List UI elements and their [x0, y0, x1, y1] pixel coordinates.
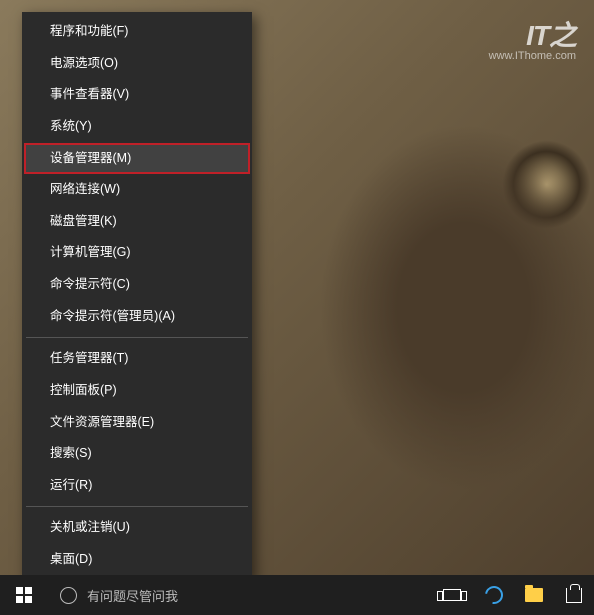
watermark: IT之 www.IThome.com	[489, 22, 576, 62]
menu-separator	[26, 337, 248, 338]
windows-icon	[16, 587, 32, 603]
menu-item[interactable]: 计算机管理(G)	[24, 237, 250, 269]
watermark-logo: IT之	[489, 22, 576, 50]
watermark-url: www.IThome.com	[489, 50, 576, 62]
menu-item[interactable]: 运行(R)	[24, 470, 250, 502]
store-icon	[566, 588, 582, 603]
start-button[interactable]	[0, 575, 48, 615]
edge-button[interactable]	[474, 575, 514, 615]
winx-context-menu[interactable]: 程序和功能(F)电源选项(O)事件查看器(V)系统(Y)设备管理器(M)网络连接…	[22, 12, 252, 580]
file-explorer-button[interactable]	[514, 575, 554, 615]
cortana-icon	[60, 587, 77, 604]
menu-separator	[26, 506, 248, 507]
menu-item[interactable]: 系统(Y)	[24, 111, 250, 143]
edge-icon	[481, 582, 506, 607]
menu-item[interactable]: 关机或注销(U)	[24, 512, 250, 544]
menu-item[interactable]: 任务管理器(T)	[24, 343, 250, 375]
menu-item[interactable]: 搜索(S)	[24, 438, 250, 470]
menu-item[interactable]: 网络连接(W)	[24, 174, 250, 206]
menu-item[interactable]: 桌面(D)	[24, 544, 250, 576]
folder-icon	[525, 588, 543, 602]
store-button[interactable]	[554, 575, 594, 615]
menu-item[interactable]: 设备管理器(M)	[24, 143, 250, 175]
menu-item[interactable]: 磁盘管理(K)	[24, 206, 250, 238]
cortana-search[interactable]: 有问题尽管问我	[48, 575, 308, 615]
menu-item[interactable]: 电源选项(O)	[24, 48, 250, 80]
task-view-icon	[443, 589, 461, 601]
taskbar: 有问题尽管问我	[0, 575, 594, 615]
menu-item[interactable]: 事件查看器(V)	[24, 79, 250, 111]
task-view-button[interactable]	[430, 575, 474, 615]
menu-item[interactable]: 控制面板(P)	[24, 375, 250, 407]
menu-item[interactable]: 命令提示符(管理员)(A)	[24, 301, 250, 333]
menu-item[interactable]: 程序和功能(F)	[24, 16, 250, 48]
cortana-search-placeholder: 有问题尽管问我	[87, 586, 178, 605]
menu-item[interactable]: 命令提示符(C)	[24, 269, 250, 301]
taskbar-pinned-apps	[474, 575, 594, 615]
menu-item[interactable]: 文件资源管理器(E)	[24, 407, 250, 439]
